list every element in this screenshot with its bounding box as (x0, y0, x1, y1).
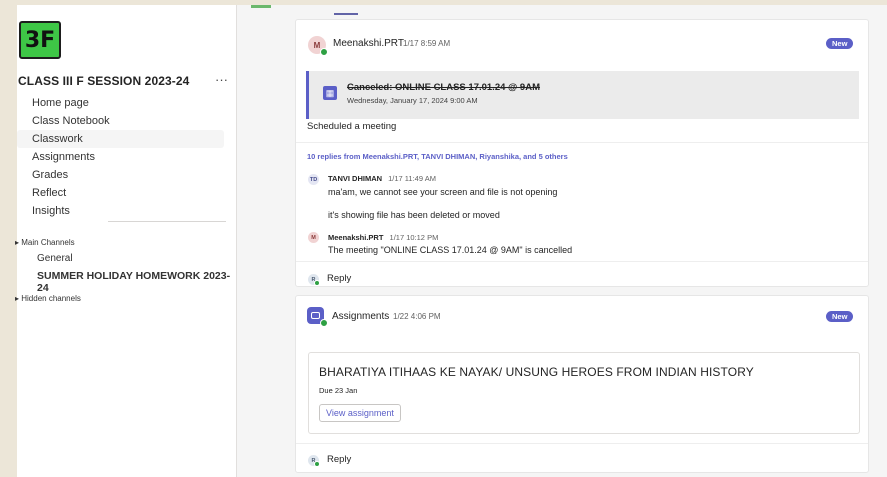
caret-right-icon: ▸ (15, 294, 20, 303)
reply-author-name[interactable]: Meenakshi.PRT (328, 233, 383, 242)
meeting-post-card: M Meenakshi.PRT 1/17 8:59 AM New ▦ Cance… (295, 19, 869, 287)
avatar[interactable]: TD (308, 174, 319, 185)
tab-indicator-active (334, 13, 358, 15)
replies-summary-link[interactable]: 10 replies from Meenakshi.PRT, TANVI DHI… (307, 152, 568, 161)
more-options-icon[interactable]: ··· (215, 72, 228, 87)
post-message: Scheduled a meeting (307, 121, 397, 132)
reply-button[interactable]: Reply (327, 273, 351, 284)
channel-summer-holiday-homework[interactable]: SUMMER HOLIDAY HOMEWORK 2023-24 (37, 270, 236, 294)
meeting-card[interactable]: ▦ Canceled: ONLINE CLASS 17.01.24 @ 9AM … (306, 71, 859, 119)
team-nav: Home page Class Notebook Classwork Assig… (17, 94, 236, 220)
post-author[interactable]: Meenakshi.PRT (333, 38, 404, 49)
nav-home-page[interactable]: Home page (17, 94, 224, 112)
hidden-channels-header[interactable]: ▸ Hidden channels (15, 294, 81, 303)
assignment-post-card: Assignments 1/22 4:06 PM New BHARATIYA I… (295, 295, 869, 473)
reply-time: 1/17 11:49 AM (388, 174, 436, 183)
divider (296, 261, 868, 262)
post-author[interactable]: Assignments (332, 311, 389, 322)
main-channels-label: Main Channels (21, 238, 75, 247)
online-status-icon (314, 280, 320, 286)
nav-reflect[interactable]: Reflect (17, 184, 224, 202)
assignment-due-date: Due 23 Jan (319, 386, 358, 395)
nav-classwork[interactable]: Classwork (17, 130, 224, 148)
team-logo[interactable]: 3F (19, 21, 61, 59)
tab-indicator-green (251, 5, 271, 8)
new-badge: New (826, 38, 854, 49)
assignment-title[interactable]: BHARATIYA ITIHAAS KE NAYAK/ UNSUNG HEROE… (319, 365, 754, 379)
divider (296, 142, 868, 143)
reply-message: ma'am, we cannot see your screen and fil… (328, 187, 558, 197)
online-status-icon (320, 48, 328, 56)
nav-class-notebook[interactable]: Class Notebook (17, 112, 224, 130)
meeting-title[interactable]: Canceled: ONLINE CLASS 17.01.24 @ 9AM (347, 82, 540, 93)
nav-assignments[interactable]: Assignments (17, 148, 224, 166)
reply-author: TANVI DHIMAN 1/17 11:49 AM (328, 174, 436, 183)
assignment-card[interactable]: BHARATIYA ITIHAAS KE NAYAK/ UNSUNG HEROE… (308, 352, 860, 434)
divider (296, 443, 868, 444)
reply-time: 1/17 10:12 PM (389, 233, 439, 242)
team-name[interactable]: CLASS III F SESSION 2023-24 (18, 74, 189, 88)
sidebar-divider (108, 221, 226, 222)
channel-feed: M Meenakshi.PRT 1/17 8:59 AM New ▦ Cance… (237, 5, 887, 477)
new-badge: New (826, 311, 854, 322)
nav-grades[interactable]: Grades (17, 166, 224, 184)
reply-author-name[interactable]: TANVI DHIMAN (328, 174, 382, 183)
avatar[interactable]: M (308, 232, 319, 243)
hidden-channels-label: Hidden channels (21, 294, 81, 303)
caret-down-icon: ▸ (15, 238, 20, 247)
meeting-date: Wednesday, January 17, 2024 9:00 AM (347, 96, 478, 105)
channel-general[interactable]: General (37, 253, 73, 264)
post-time: 1/22 4:06 PM (393, 312, 441, 321)
view-assignment-button[interactable]: View assignment (319, 404, 401, 422)
reply-message: it's showing file has been deleted or mo… (328, 210, 500, 220)
post-time: 1/17 8:59 AM (403, 39, 451, 48)
reply-author: Meenakshi.PRT 1/17 10:12 PM (328, 233, 438, 242)
online-status-icon (320, 319, 328, 327)
calendar-icon: ▦ (323, 86, 337, 100)
reply-button[interactable]: Reply (327, 454, 351, 465)
reply-message: The meeting "ONLINE CLASS 17.01.24 @ 9AM… (328, 245, 573, 255)
online-status-icon (314, 461, 320, 467)
nav-insights[interactable]: Insights (17, 202, 224, 220)
team-sidebar: 3F CLASS III F SESSION 2023-24 ··· Home … (15, 5, 237, 477)
main-channels-header[interactable]: ▸ Main Channels (15, 238, 75, 247)
